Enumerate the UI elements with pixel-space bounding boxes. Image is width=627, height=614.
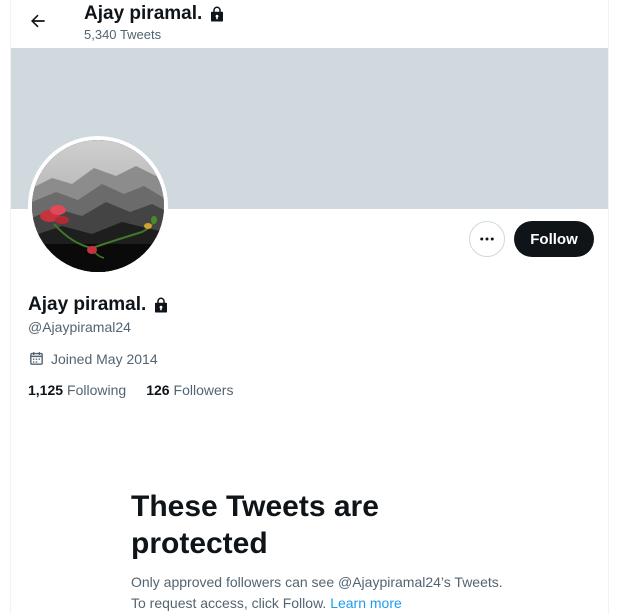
follow-stats: 1,125 Following 126 Followers: [28, 382, 233, 398]
calendar-icon: [30, 352, 43, 365]
protected-body-text: Only approved followers can see @Ajaypir…: [131, 574, 503, 611]
followers-link[interactable]: 126 Followers: [146, 382, 233, 398]
more-icon: [480, 237, 494, 241]
profile-header: Ajay piramal. 5,340 Tweets: [11, 0, 608, 48]
lock-icon: [211, 6, 224, 22]
following-label: Following: [67, 382, 127, 398]
protected-body: Only approved followers can see @Ajaypir…: [131, 572, 511, 614]
profile-name-text: Ajay piramal.: [28, 294, 147, 315]
back-button[interactable]: [25, 8, 51, 34]
header-title: Ajay piramal.: [84, 3, 226, 25]
lock-icon: [155, 297, 168, 313]
following-count: 1,125: [28, 382, 64, 398]
avatar-picture: [32, 140, 164, 272]
more-options-button[interactable]: [469, 221, 505, 257]
tweet-count-label: Tweets: [119, 27, 162, 42]
profile-frame: Ajay piramal. 5,340 Tweets Follow Ajay p…: [10, 0, 609, 614]
header-name: Ajay piramal.: [84, 3, 203, 24]
tweet-count: 5,340 Tweets: [84, 27, 161, 42]
joined-text: Joined May 2014: [51, 350, 158, 367]
avatar[interactable]: [28, 136, 168, 276]
back-arrow-icon: [31, 14, 45, 28]
follow-button[interactable]: Follow: [514, 221, 594, 257]
profile-handle: @Ajaypiramal24: [28, 319, 131, 335]
protected-notice: These Tweets are protected Only approved…: [131, 488, 511, 614]
followers-count: 126: [146, 382, 170, 398]
learn-more-link[interactable]: Learn more: [330, 595, 402, 611]
following-link[interactable]: 1,125 Following: [28, 382, 126, 398]
followers-label: Followers: [173, 382, 234, 398]
joined-date: Joined May 2014: [28, 350, 158, 367]
tweet-count-value: 5,340: [84, 27, 117, 42]
profile-name: Ajay piramal.: [28, 294, 170, 316]
protected-title: These Tweets are protected: [131, 490, 379, 560]
avatar-image: [32, 140, 164, 272]
